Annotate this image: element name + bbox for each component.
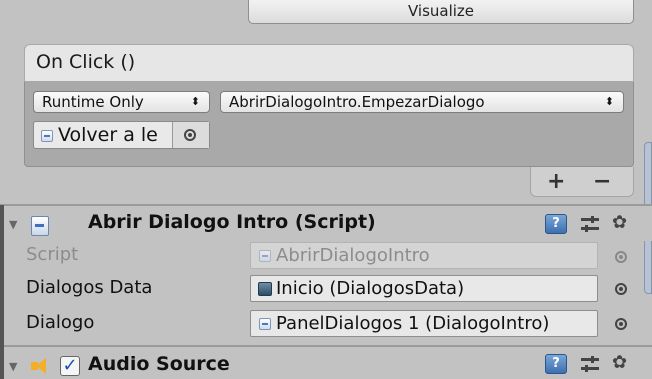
help-icon[interactable]: ? <box>545 354 567 374</box>
speaker-icon <box>31 358 51 374</box>
audio-source-header[interactable]: ▼ ✓ Audio Source ? ✿ <box>0 345 652 379</box>
dialogo-label: Dialogo <box>26 312 95 333</box>
foldout-arrow-icon[interactable]: ▼ <box>9 218 17 231</box>
dialogo-field[interactable]: PanelDialogos 1 (DialogoIntro) <box>250 310 598 337</box>
dialogo-value: PanelDialogos 1 (DialogoIntro) <box>276 313 550 334</box>
dialogos-data-field[interactable]: Inicio (DialogosData) <box>250 275 598 302</box>
gameobject-icon <box>259 318 271 330</box>
scriptable-object-icon <box>258 282 272 296</box>
enabled-checkbox[interactable]: ✓ <box>60 356 80 376</box>
method-dropdown[interactable]: AbrirDialogoIntro.EmpezarDialogo ⬍ <box>220 91 624 113</box>
updown-arrow-icon: ⬍ <box>190 95 200 108</box>
runtime-mode-value: Runtime Only <box>42 93 144 111</box>
target-object-value: Volver a le <box>58 124 158 146</box>
on-click-event-header: On Click () <box>24 44 634 82</box>
method-value: AbrirDialogoIntro.EmpezarDialogo <box>229 93 485 111</box>
runtime-mode-dropdown[interactable]: Runtime Only ⬍ <box>33 91 210 113</box>
gear-icon[interactable]: ✿ <box>612 353 627 373</box>
help-icon[interactable]: ? <box>545 214 567 234</box>
component-title: Abrir Dialogo Intro (Script) <box>88 211 376 233</box>
add-listener-button[interactable]: + <box>547 167 565 197</box>
script-file-icon <box>259 250 271 262</box>
target-object-field[interactable]: Volver a le <box>33 121 210 149</box>
script-icon <box>31 216 49 236</box>
object-picker-icon <box>184 129 196 141</box>
audio-source-title: Audio Source <box>88 353 230 375</box>
script-field-value: AbrirDialogoIntro <box>276 245 430 266</box>
dialogos-data-label: Dialogos Data <box>26 277 153 298</box>
object-picker-icon[interactable] <box>615 318 627 330</box>
object-picker-icon <box>615 251 627 263</box>
script-field: AbrirDialogoIntro <box>250 242 598 269</box>
foldout-arrow-icon[interactable]: ▼ <box>9 360 17 373</box>
preset-sliders-icon[interactable] <box>581 215 599 235</box>
remove-listener-button[interactable]: − <box>593 167 611 197</box>
inspector-left-edge <box>0 205 4 379</box>
script-label: Script <box>26 244 79 265</box>
target-object-picker-button[interactable] <box>172 122 209 148</box>
dialogos-data-value: Inicio (DialogosData) <box>276 278 465 299</box>
gear-icon[interactable]: ✿ <box>612 213 627 233</box>
preset-sliders-icon[interactable] <box>581 355 599 375</box>
component-header[interactable]: ▼ Abrir Dialogo Intro (Script) ? ✿ <box>0 204 652 241</box>
visualize-button[interactable]: Visualize <box>248 0 634 24</box>
event-list-footer: + − <box>530 167 634 197</box>
gameobject-icon <box>41 130 53 142</box>
object-picker-icon[interactable] <box>615 283 627 295</box>
updown-arrow-icon: ⬍ <box>604 95 614 108</box>
